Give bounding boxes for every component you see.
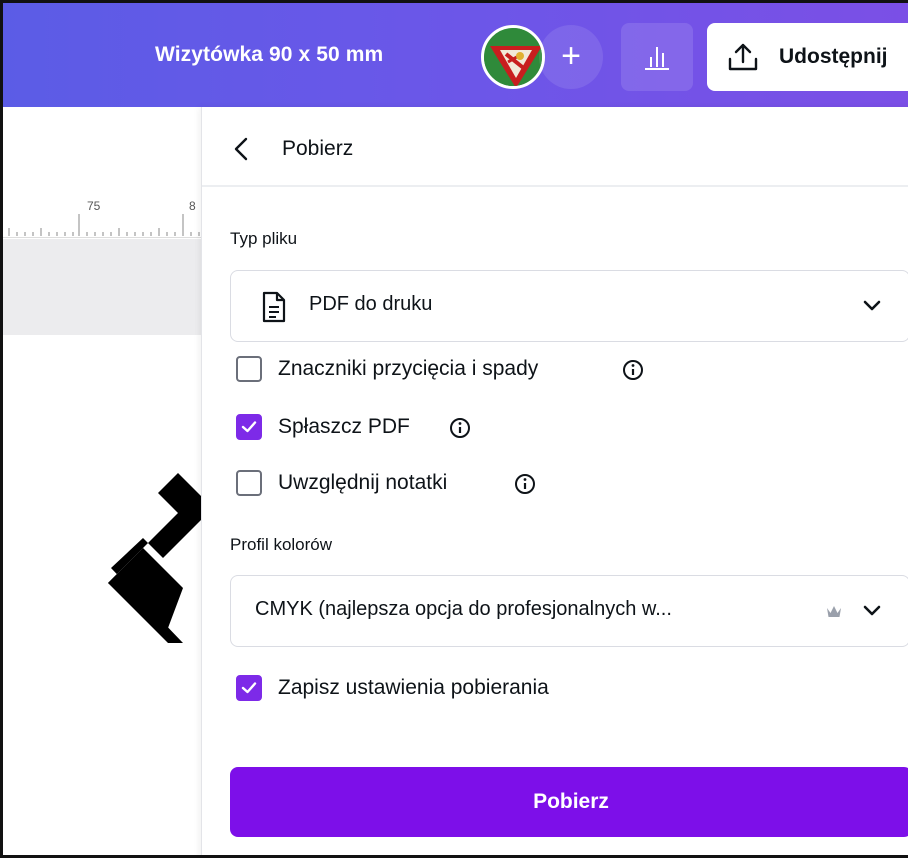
color-profile-label: Profil kolorów xyxy=(230,535,333,554)
crop-marks-option[interactable]: Znaczniki przycięcia i spady xyxy=(236,353,696,385)
save-settings-label: Zapisz ustawienia pobierania xyxy=(278,676,549,699)
file-type-label: Typ pliku xyxy=(230,229,298,248)
chevron-left-icon xyxy=(234,137,248,161)
panel-title: Pobierz xyxy=(282,137,354,160)
bar-chart-icon xyxy=(645,47,669,70)
canvas-workspace-band xyxy=(3,239,203,335)
crop-marks-checkbox[interactable] xyxy=(236,356,262,382)
flatten-pdf-option[interactable]: Spłaszcz PDF xyxy=(236,411,536,443)
save-settings-option[interactable]: Zapisz ustawienia pobierania xyxy=(236,672,636,704)
crown-icon xyxy=(827,606,841,617)
app-window: Wizytówka 90 x 50 mm + Udostępnij 75 8 P… xyxy=(0,0,908,858)
horizontal-ruler xyxy=(3,186,203,238)
chevron-down-icon xyxy=(863,605,881,616)
info-icon[interactable] xyxy=(622,359,644,381)
crop-marks-label: Znaczniki przycięcia i spady xyxy=(278,357,539,380)
include-notes-option[interactable]: Uwzględnij notatki xyxy=(236,467,576,499)
upload-icon xyxy=(728,43,758,71)
ruler-label: 75 xyxy=(87,199,101,213)
include-notes-checkbox[interactable] xyxy=(236,470,262,496)
flatten-pdf-checkbox[interactable] xyxy=(236,414,262,440)
ruler-ticks xyxy=(8,214,200,236)
share-button-label: Udostępnij xyxy=(779,45,888,68)
ruler-label: 8 xyxy=(189,199,196,213)
flatten-pdf-label: Spłaszcz PDF xyxy=(278,415,410,438)
document-title[interactable]: Wizytówka 90 x 50 mm xyxy=(155,43,383,67)
add-collaborator-button[interactable]: + xyxy=(539,25,603,89)
share-button[interactable]: Udostępnij xyxy=(707,23,908,91)
panel-header: Pobierz xyxy=(202,107,908,187)
design-shape xyxy=(108,473,203,643)
info-icon[interactable] xyxy=(449,417,471,439)
checkmark-icon xyxy=(241,421,257,433)
download-panel: Pobierz Typ pliku PDF do druku Znaczniki… xyxy=(201,107,908,855)
download-button[interactable]: Pobierz xyxy=(230,767,908,837)
color-profile-value: CMYK (najlepsza opcja do profesjonalnych… xyxy=(255,598,672,620)
chevron-down-icon xyxy=(863,300,881,311)
avatar-image-icon xyxy=(484,28,542,86)
user-avatar[interactable] xyxy=(481,25,545,89)
color-profile-select[interactable]: CMYK (najlepsza opcja do profesjonalnych… xyxy=(230,575,908,647)
insights-button[interactable] xyxy=(621,23,693,91)
file-type-select[interactable]: PDF do druku xyxy=(230,270,908,342)
save-settings-checkbox[interactable] xyxy=(236,675,262,701)
include-notes-label: Uwzględnij notatki xyxy=(278,471,448,494)
document-icon xyxy=(262,291,286,323)
file-type-value: PDF do druku xyxy=(309,293,433,315)
back-button[interactable] xyxy=(230,135,254,163)
plus-icon: + xyxy=(561,37,581,75)
top-bar: Wizytówka 90 x 50 mm + Udostępnij xyxy=(3,3,908,107)
checkmark-icon xyxy=(241,682,257,694)
info-icon[interactable] xyxy=(514,473,536,495)
